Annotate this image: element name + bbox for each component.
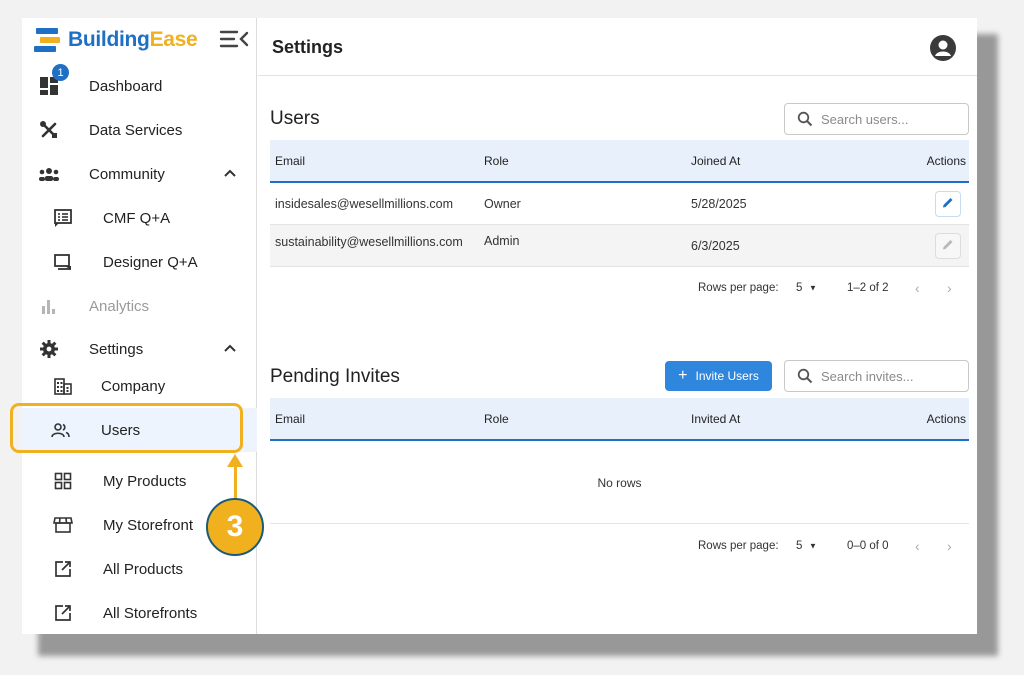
table-row[interactable]: sustainability@wesellmillions.com Admin … bbox=[270, 225, 969, 267]
sidebar-item-all-storefronts[interactable]: All Storefronts bbox=[22, 593, 257, 633]
rows-per-page-select[interactable]: 5 bbox=[796, 282, 802, 294]
sidebar-item-label: My Storefront bbox=[103, 516, 194, 534]
tools-icon bbox=[38, 119, 60, 141]
dropdown-arrow-icon[interactable]: ▼ bbox=[809, 284, 817, 293]
user-role: Admin bbox=[484, 234, 520, 249]
storefront-icon bbox=[52, 514, 74, 536]
rows-per-page-label: Rows per page: bbox=[698, 540, 779, 552]
page-title: Settings bbox=[272, 37, 344, 57]
page-range: 1–2 of 2 bbox=[847, 282, 889, 294]
search-icon bbox=[797, 111, 813, 127]
column-email[interactable]: Email bbox=[275, 412, 305, 426]
column-actions: Actions bbox=[926, 153, 966, 168]
users-section-title: Users bbox=[270, 108, 320, 129]
search-icon bbox=[797, 368, 813, 384]
plus-icon: + bbox=[678, 367, 688, 384]
column-invited-at[interactable]: Invited At bbox=[691, 412, 740, 426]
pencil-icon bbox=[942, 238, 954, 253]
invite-users-button[interactable]: + Invite Users bbox=[665, 361, 772, 391]
pencil-icon bbox=[942, 196, 954, 211]
bar-chart-icon bbox=[38, 295, 60, 317]
sidebar-item-my-products[interactable]: My Products bbox=[22, 461, 257, 501]
app-window: BuildingEase Dashboard 1 Data Services C… bbox=[22, 18, 977, 634]
rows-per-page-label: Rows per page: bbox=[698, 282, 779, 294]
collapse-sidebar-icon[interactable] bbox=[218, 26, 250, 52]
column-role[interactable]: Role bbox=[484, 154, 509, 168]
brand-logo[interactable]: BuildingEase bbox=[34, 26, 198, 54]
edit-user-button[interactable] bbox=[935, 190, 961, 217]
sidebar-item-cmf-qa[interactable]: CMF Q+A bbox=[22, 198, 257, 238]
table-row[interactable]: insidesales@wesellmillions.com Owner 5/2… bbox=[270, 183, 969, 225]
external-link-icon bbox=[52, 602, 74, 624]
chat-icon bbox=[52, 251, 74, 273]
dropdown-arrow-icon[interactable]: ▼ bbox=[809, 542, 817, 551]
user-email: insidesales@wesellmillions.com bbox=[275, 196, 454, 211]
step-number-badge: 3 bbox=[206, 498, 264, 556]
sidebar-item-data-services[interactable]: Data Services bbox=[22, 110, 257, 150]
invites-table: Email Role Invited At Actions bbox=[270, 398, 969, 441]
page-range: 0–0 of 0 bbox=[847, 540, 889, 552]
invite-users-label: Invite Users bbox=[695, 369, 759, 383]
sidebar-item-label: Dashboard bbox=[89, 77, 163, 95]
external-link-icon bbox=[52, 558, 74, 580]
next-page-icon[interactable]: › bbox=[947, 280, 952, 296]
sidebar-item-label: Company bbox=[101, 377, 166, 395]
sidebar-item-label: My Products bbox=[103, 472, 187, 490]
sidebar-item-label: CMF Q+A bbox=[103, 209, 171, 227]
sidebar-item-label: All Products bbox=[103, 560, 184, 578]
rows-per-page-select[interactable]: 5 bbox=[796, 540, 802, 552]
sidebar-item-label: Designer Q+A bbox=[103, 253, 198, 271]
empty-state: No rows bbox=[270, 442, 969, 524]
sidebar-item-label: All Storefronts bbox=[103, 604, 198, 622]
sidebar-item-community[interactable]: Community bbox=[22, 154, 257, 194]
account-circle-icon[interactable] bbox=[929, 34, 957, 62]
sidebar-item-company[interactable]: Company bbox=[22, 366, 257, 406]
sidebar-item-designer-qa[interactable]: Designer Q+A bbox=[22, 242, 257, 282]
invites-pagination: Rows per page: 5 ▼ 0–0 of 0 ‹ › bbox=[270, 532, 969, 560]
user-joined-date: 6/3/2025 bbox=[691, 238, 740, 253]
sidebar-item-all-products[interactable]: All Products bbox=[22, 549, 257, 589]
search-invites-input[interactable] bbox=[821, 368, 961, 384]
gear-icon bbox=[38, 338, 60, 360]
users-table: Email Role Joined At Actions insidesales… bbox=[270, 140, 969, 267]
user-role: Owner bbox=[484, 196, 521, 211]
people-icon bbox=[38, 163, 60, 185]
edit-user-button bbox=[935, 232, 961, 259]
search-users-input[interactable] bbox=[821, 111, 961, 127]
brand-name: BuildingEase bbox=[68, 28, 198, 51]
users-highlight-box bbox=[10, 403, 243, 453]
sidebar-item-label: Data Services bbox=[89, 121, 183, 139]
invites-search[interactable] bbox=[784, 360, 969, 392]
column-actions: Actions bbox=[926, 411, 966, 426]
invites-section-title: Pending Invites bbox=[270, 366, 400, 387]
top-bar: Settings bbox=[258, 18, 977, 76]
sidebar-item-label: Analytics bbox=[89, 297, 150, 315]
user-joined-date: 5/28/2025 bbox=[691, 196, 747, 211]
column-role[interactable]: Role bbox=[484, 412, 509, 426]
building-icon bbox=[52, 375, 74, 397]
sidebar-item-label: Settings bbox=[89, 340, 144, 358]
callout-arrow-line bbox=[234, 466, 237, 500]
logo-mark-icon bbox=[34, 27, 60, 53]
table-header: Email Role Joined At Actions bbox=[270, 140, 969, 183]
sidebar-item-label: Community bbox=[89, 165, 165, 183]
forum-icon bbox=[52, 207, 74, 229]
users-search[interactable] bbox=[784, 103, 969, 135]
previous-page-icon[interactable]: ‹ bbox=[915, 280, 920, 296]
previous-page-icon[interactable]: ‹ bbox=[915, 538, 920, 554]
notification-badge: 1 bbox=[52, 64, 69, 81]
grid-icon bbox=[52, 470, 74, 492]
chevron-up-icon[interactable] bbox=[222, 341, 238, 357]
users-pagination: Rows per page: 5 ▼ 1–2 of 2 ‹ › bbox=[270, 274, 969, 302]
sidebar-item-analytics: Analytics bbox=[22, 286, 257, 326]
column-email[interactable]: Email bbox=[275, 154, 305, 168]
table-header: Email Role Invited At Actions bbox=[270, 398, 969, 441]
next-page-icon[interactable]: › bbox=[947, 538, 952, 554]
user-email: sustainability@wesellmillions.com bbox=[275, 235, 463, 250]
column-joined-at[interactable]: Joined At bbox=[691, 154, 740, 168]
sidebar-item-settings[interactable]: Settings bbox=[22, 329, 257, 369]
chevron-up-icon[interactable] bbox=[222, 166, 238, 182]
